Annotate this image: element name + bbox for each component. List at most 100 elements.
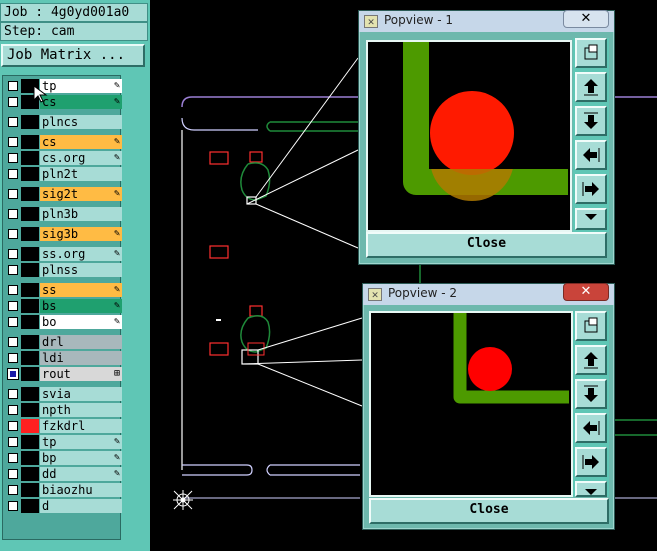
layer-color-swatch[interactable] [21, 483, 39, 497]
popview-2-canvas[interactable] [369, 311, 573, 497]
layer-row-plncs[interactable]: plncs [5, 115, 122, 129]
layer-checkbox[interactable] [8, 249, 18, 259]
layer-row-tp[interactable]: tp ✎ [5, 435, 122, 449]
layer-name[interactable]: rout ⊞ [40, 367, 122, 381]
layer-name[interactable]: ss.org ✎ [40, 247, 122, 261]
layer-checkbox[interactable] [8, 469, 18, 479]
layer-name[interactable]: bp ✎ [40, 451, 122, 465]
layer-row-bp[interactable]: bp ✎ [5, 451, 122, 465]
layer-checkbox[interactable] [8, 317, 18, 327]
layer-row-drl[interactable]: drl [5, 335, 122, 349]
layer-color-swatch[interactable] [21, 335, 39, 349]
layer-checkbox[interactable] [8, 153, 18, 163]
layer-color-swatch[interactable] [21, 499, 39, 513]
layer-name[interactable]: ldi [40, 351, 122, 365]
layer-checkbox[interactable] [8, 137, 18, 147]
layer-name[interactable]: ss ✎ [40, 283, 122, 297]
layer-name[interactable]: plnss [40, 263, 122, 277]
layer-checkbox[interactable] [7, 368, 19, 380]
layer-row-rout[interactable]: rout ⊞ [5, 367, 122, 381]
layer-checkbox[interactable] [8, 117, 18, 127]
layer-name[interactable]: cs ✎ [40, 95, 122, 109]
layer-checkbox[interactable] [8, 501, 18, 511]
layer-color-swatch[interactable] [21, 435, 39, 449]
layer-name[interactable]: bs ✎ [40, 299, 122, 313]
layer-row-pln3b[interactable]: pln3b [5, 207, 122, 221]
layer-color-swatch[interactable] [21, 451, 39, 465]
layer-checkbox[interactable] [8, 97, 18, 107]
layer-row-sig2t[interactable]: sig2t ✎ [5, 187, 122, 201]
layer-name[interactable]: sig3b ✎ [40, 227, 122, 241]
layer-color-swatch[interactable] [21, 367, 39, 381]
layer-checkbox[interactable] [8, 337, 18, 347]
pan-up-icon[interactable] [575, 345, 607, 375]
layer-color-swatch[interactable] [21, 115, 39, 129]
popview-1-close-button[interactable]: Close [366, 232, 607, 258]
layer-name[interactable]: npth [40, 403, 122, 417]
layer-name[interactable]: d [40, 499, 122, 513]
layer-row-svia[interactable]: svia [5, 387, 122, 401]
layer-row-bo[interactable]: bo ✎ [5, 315, 122, 329]
layer-row-sig3b[interactable]: sig3b ✎ [5, 227, 122, 241]
layer-color-swatch[interactable] [21, 419, 39, 433]
layer-checkbox[interactable] [8, 285, 18, 295]
zoom-window-icon[interactable] [575, 311, 607, 341]
layer-checkbox[interactable] [8, 229, 18, 239]
layer-color-swatch[interactable] [21, 151, 39, 165]
popview-window-1[interactable]: ✕ Popview - 1 ✕ Close [358, 10, 615, 265]
layer-checkbox[interactable] [8, 81, 18, 91]
zoom-window-icon[interactable] [575, 38, 607, 68]
pan-up-icon[interactable] [575, 72, 607, 102]
layer-checkbox[interactable] [8, 485, 18, 495]
layer-name[interactable]: cs ✎ [40, 135, 122, 149]
layer-color-swatch[interactable] [21, 387, 39, 401]
layer-checkbox[interactable] [8, 265, 18, 275]
layer-row-biaozhu[interactable]: biaozhu [5, 483, 122, 497]
layer-row-ss.org[interactable]: ss.org ✎ [5, 247, 122, 261]
layer-checkbox[interactable] [8, 405, 18, 415]
layer-checkbox[interactable] [8, 301, 18, 311]
popview-1-canvas[interactable] [366, 40, 572, 232]
layer-checkbox[interactable] [8, 421, 18, 431]
zoom-fit-icon[interactable] [575, 208, 607, 230]
layer-row-plnss[interactable]: plnss [5, 263, 122, 277]
pan-down-icon[interactable] [575, 106, 607, 136]
layer-row-pln2t[interactable]: pln2t [5, 167, 122, 181]
layer-row-fzkdrl[interactable]: fzkdrl [5, 419, 122, 433]
layer-color-swatch[interactable] [21, 299, 39, 313]
pan-right-icon[interactable] [575, 447, 607, 477]
popview-1-titlebar[interactable]: ✕ Popview - 1 ✕ [359, 10, 614, 32]
layer-name[interactable]: dd ✎ [40, 467, 122, 481]
layer-checkbox[interactable] [8, 353, 18, 363]
layer-color-swatch[interactable] [21, 227, 39, 241]
layer-name[interactable]: cs.org ✎ [40, 151, 122, 165]
layer-name[interactable]: bo ✎ [40, 315, 122, 329]
layer-name[interactable]: pln3b [40, 207, 122, 221]
layer-checkbox[interactable] [8, 389, 18, 399]
layer-color-swatch[interactable] [21, 187, 39, 201]
close-icon[interactable]: ✕ [563, 10, 609, 28]
layer-row-npth[interactable]: npth [5, 403, 122, 417]
layer-color-swatch[interactable] [21, 315, 39, 329]
pan-right-icon[interactable] [575, 174, 607, 204]
layer-row-cs[interactable]: cs ✎ [5, 95, 122, 109]
zoom-fit-icon[interactable] [575, 481, 607, 497]
layer-name[interactable]: fzkdrl [40, 419, 122, 433]
layer-name[interactable]: tp ✎ [40, 79, 122, 93]
layer-row-cs[interactable]: cs ✎ [5, 135, 122, 149]
layer-color-swatch[interactable] [21, 135, 39, 149]
layer-row-tp[interactable]: tp ✎ [5, 79, 122, 93]
popview-2-close-button[interactable]: Close [369, 498, 609, 524]
layer-row-cs.org[interactable]: cs.org ✎ [5, 151, 122, 165]
layer-checkbox[interactable] [8, 453, 18, 463]
pan-down-icon[interactable] [575, 379, 607, 409]
layer-row-bs[interactable]: bs ✎ [5, 299, 122, 313]
layer-color-swatch[interactable] [21, 351, 39, 365]
layer-color-swatch[interactable] [21, 403, 39, 417]
layer-name[interactable]: biaozhu [40, 483, 122, 497]
popview-2-titlebar[interactable]: ✕ Popview - 2 ✕ [363, 283, 614, 305]
layer-row-dd[interactable]: dd ✎ [5, 467, 122, 481]
layer-name[interactable]: tp ✎ [40, 435, 122, 449]
layer-color-swatch[interactable] [21, 467, 39, 481]
layer-checkbox[interactable] [8, 189, 18, 199]
